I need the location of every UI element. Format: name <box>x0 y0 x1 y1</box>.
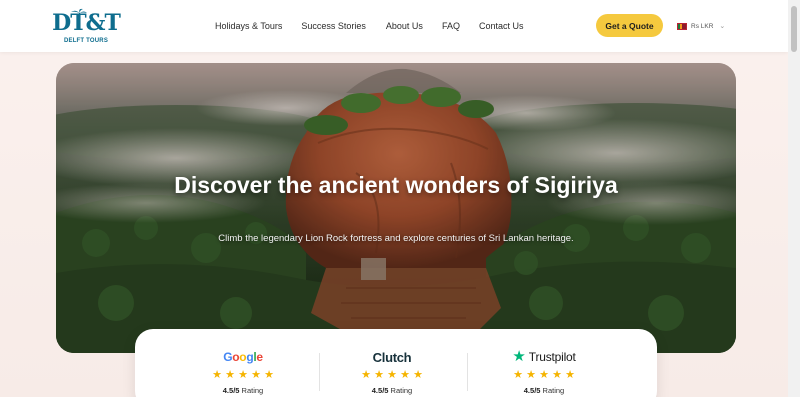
google-logo: Google <box>168 349 318 365</box>
google-wordmark: Google <box>223 350 263 364</box>
divider <box>467 353 468 391</box>
rating-suffix: Rating <box>390 386 413 395</box>
rating-score: 4.5/5 <box>371 386 389 395</box>
ratings-card: Google ★ ★ ★ ★ ★ 4.5/5 Rating Clutch ★ ★… <box>135 329 657 397</box>
delft-tours-logo[interactable]: DT&T DELFT TOURS <box>52 6 121 46</box>
star-icon: ★ <box>264 369 274 381</box>
star-icon: ★ <box>552 369 562 381</box>
star-icon: ★ <box>212 369 222 381</box>
star-rating: ★ ★ ★ ★ ★ <box>469 369 619 381</box>
nav-holidays-tours[interactable]: Holidays & Tours <box>215 21 282 31</box>
rating-text: 4.5/5 Rating <box>469 386 619 395</box>
chevron-down-icon: ⌄ <box>719 23 726 30</box>
star-icon: ★ <box>251 369 261 381</box>
rating-text: 4.5/5 Rating <box>317 386 467 395</box>
main-nav: Holidays & Tours Success Stories About U… <box>215 0 523 52</box>
star-icon: ★ <box>361 369 371 381</box>
hero-title: Discover the ancient wonders of Sigiriya <box>174 172 618 198</box>
clutch-logo: Clutch <box>317 349 467 365</box>
get-a-quote-button[interactable]: Get a Quote <box>596 14 663 37</box>
scrollbar-thumb[interactable] <box>791 6 797 52</box>
rating-suffix: Rating <box>241 386 264 395</box>
page-scrollbar[interactable] <box>788 0 800 397</box>
site-header: DT&T DELFT TOURS Holidays & Tours Succes… <box>0 0 788 52</box>
currency-selector[interactable]: Rs LKR ⌄ <box>677 20 725 32</box>
star-icon: ★ <box>374 369 384 381</box>
sigiriya-rock-image <box>56 63 736 353</box>
star-icon: ★ <box>526 369 536 381</box>
rating-trustpilot[interactable]: ★ Trustpilot ★ ★ ★ ★ ★ 4.5/5 Rating <box>469 329 619 397</box>
nav-about-us[interactable]: About Us <box>386 21 423 31</box>
nav-success-stories[interactable]: Success Stories <box>301 21 366 31</box>
star-icon: ★ <box>413 369 423 381</box>
nav-faq[interactable]: FAQ <box>442 21 460 31</box>
star-icon: ★ <box>225 369 235 381</box>
rating-suffix: Rating <box>542 386 565 395</box>
hero-banner: Discover the ancient wonders of Sigiriya… <box>56 63 736 353</box>
clutch-wordmark: Clutch <box>372 349 412 365</box>
logo-mark: DT&T <box>52 10 121 36</box>
star-icon: ★ <box>513 369 523 381</box>
rating-score: 4.5/5 <box>222 386 240 395</box>
star-rating: ★ ★ ★ ★ ★ <box>317 369 467 381</box>
trustpilot-star-icon: ★ <box>512 348 526 365</box>
star-icon: ★ <box>400 369 410 381</box>
trustpilot-logo: ★ Trustpilot <box>469 349 619 365</box>
rating-google[interactable]: Google ★ ★ ★ ★ ★ 4.5/5 Rating <box>168 329 318 397</box>
rating-score: 4.5/5 <box>523 386 541 395</box>
star-icon: ★ <box>565 369 575 381</box>
trustpilot-wordmark: Trustpilot <box>528 350 576 364</box>
currency-label: Rs LKR <box>691 22 714 30</box>
star-icon: ★ <box>387 369 397 381</box>
logo-tagline: DELFT TOURS <box>63 38 109 44</box>
hero-subtitle: Climb the legendary Lion Rock fortress a… <box>218 233 574 244</box>
flag-sri-lanka-icon <box>677 22 687 30</box>
star-rating: ★ ★ ★ ★ ★ <box>168 369 318 381</box>
rating-text: 4.5/5 Rating <box>168 386 318 395</box>
star-icon: ★ <box>539 369 549 381</box>
star-icon: ★ <box>238 369 248 381</box>
rating-clutch[interactable]: Clutch ★ ★ ★ ★ ★ 4.5/5 Rating <box>317 329 467 397</box>
nav-contact-us[interactable]: Contact Us <box>479 21 524 31</box>
